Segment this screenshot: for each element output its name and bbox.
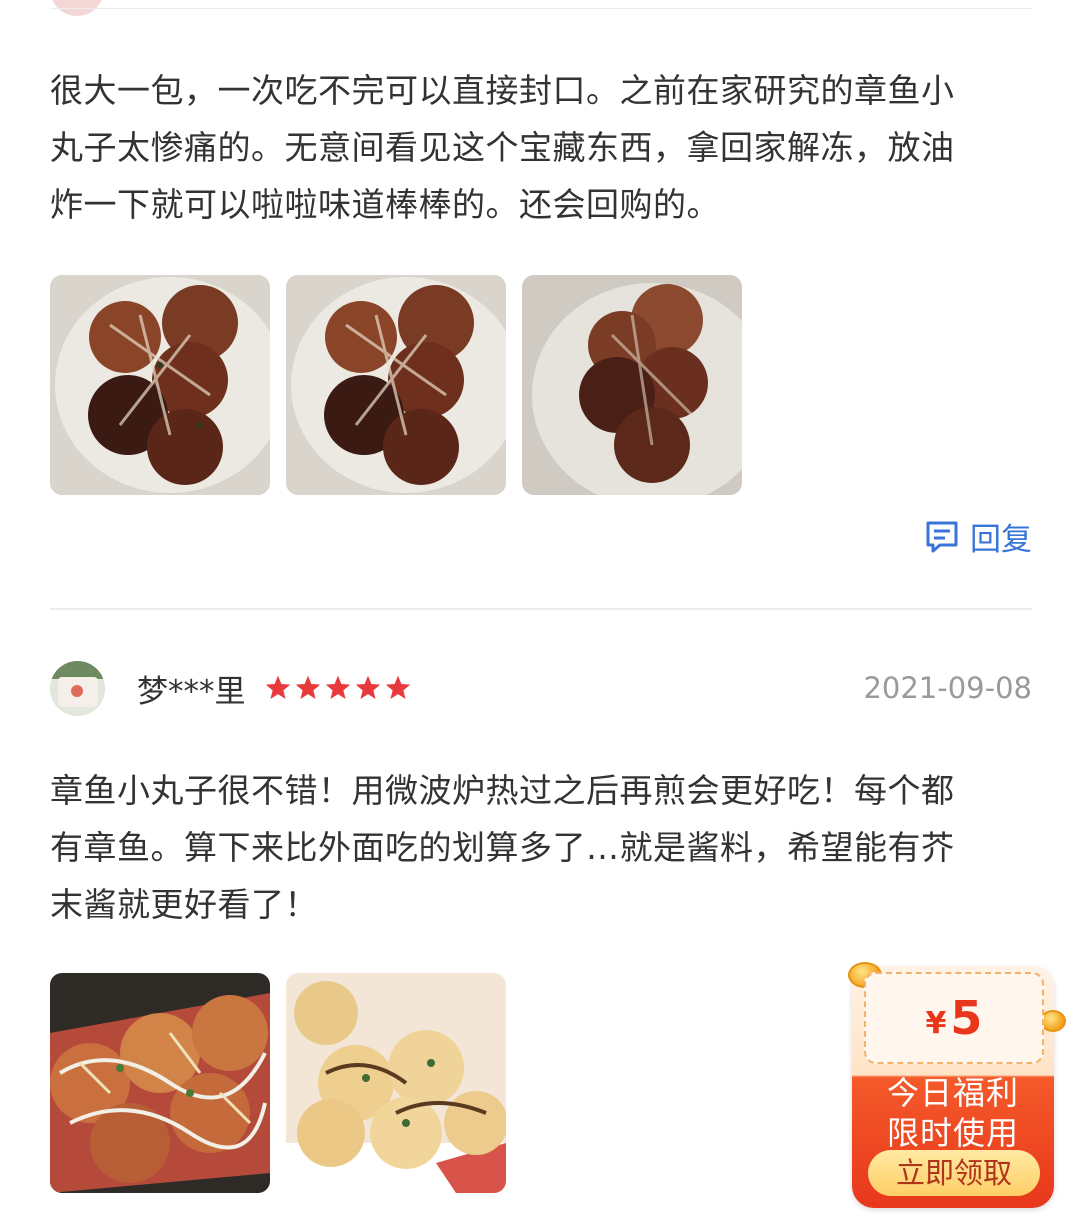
reply-button[interactable]: 回复	[924, 514, 1032, 559]
avatar[interactable]	[50, 660, 105, 716]
coupon-widget[interactable]: ¥ 5 今日福利 限时使用 立即领取	[848, 958, 1066, 1212]
coupon-subtitle: 限时使用	[886, 1114, 1019, 1152]
review-text-line: 有章鱼。算下来比外面吃的划算多了…就是酱料，希望能有芥	[50, 828, 955, 867]
review-photo[interactable]	[522, 275, 742, 495]
review-text: 很大一包，一次吃不完可以直接封口。之前在家研究的章鱼小 丸子太惨痛的。无意间看见…	[50, 62, 1035, 233]
rating-stars	[264, 674, 412, 702]
review-photos	[50, 275, 742, 495]
coupon-amount: 5	[950, 991, 983, 1045]
claim-button[interactable]: 立即领取	[868, 1150, 1040, 1196]
review-photos	[50, 973, 506, 1193]
review-header: 梦***里 2021-09-08	[50, 660, 1032, 716]
star-icon	[325, 675, 350, 699]
review-text-line: 章鱼小丸子很不错！用微波炉热过之后再煎会更好吃！每个都	[50, 771, 955, 810]
currency-symbol: ¥	[925, 1005, 947, 1041]
review-text-line: 丸子太惨痛的。无意间看见这个宝藏东西，拿回家解冻，放油	[50, 128, 955, 167]
coupon-value: ¥ 5	[864, 972, 1044, 1064]
divider	[50, 8, 1032, 9]
star-icon	[295, 675, 320, 699]
star-icon	[355, 675, 380, 699]
divider	[50, 608, 1032, 610]
review-photo[interactable]	[286, 973, 506, 1193]
star-icon	[265, 675, 290, 699]
review-text-line: 炸一下就可以啦啦味道棒棒的。还会回购的。	[50, 185, 720, 224]
review-text: 章鱼小丸子很不错！用微波炉热过之后再煎会更好吃！每个都 有章鱼。算下来比外面吃的…	[50, 762, 1035, 933]
star-icon	[385, 675, 410, 699]
review-text-line: 很大一包，一次吃不完可以直接封口。之前在家研究的章鱼小	[50, 71, 955, 110]
review-photo[interactable]	[50, 973, 270, 1193]
review-photo[interactable]	[50, 275, 270, 495]
comment-icon	[926, 521, 958, 552]
reply-label: 回复	[970, 522, 1032, 558]
review-photo[interactable]	[286, 275, 506, 495]
review-date: 2021-09-08	[863, 671, 1032, 705]
username: 梦***里	[137, 673, 246, 710]
review-list: 很大一包，一次吃不完可以直接封口。之前在家研究的章鱼小 丸子太惨痛的。无意间看见…	[0, 0, 1080, 1215]
review-text-line: 末酱就更好看了！	[50, 885, 318, 924]
